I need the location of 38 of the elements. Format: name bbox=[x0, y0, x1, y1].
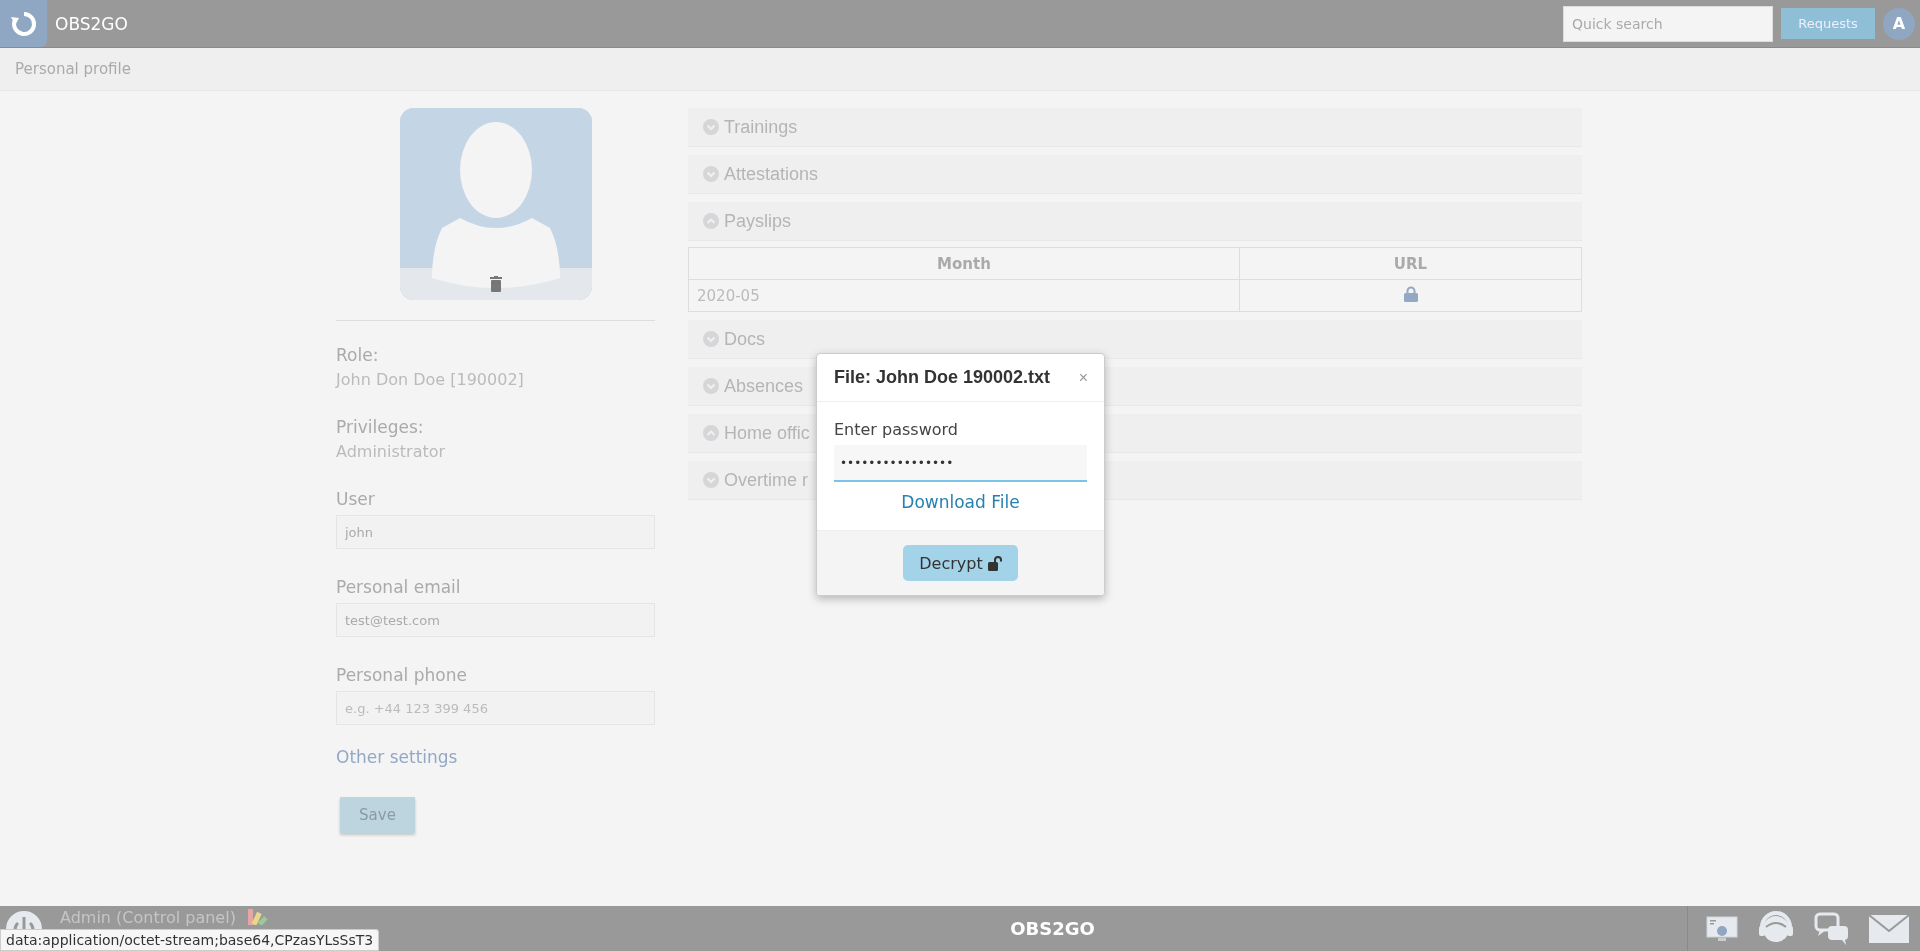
accordion-header[interactable]: Trainings bbox=[688, 108, 1582, 147]
table-cell: 2020-05 bbox=[688, 279, 1240, 312]
search-field[interactable]: Quick search bbox=[1563, 5, 1773, 42]
column-header: URL bbox=[1239, 247, 1582, 280]
role-value: John Don Doe [190002] bbox=[336, 370, 525, 389]
footer-app-name: OBS2GO bbox=[1010, 918, 1095, 939]
privileges-label: Privileges: bbox=[336, 417, 425, 437]
requests-button[interactable]: Requests bbox=[1781, 8, 1875, 39]
lock-icon[interactable] bbox=[1403, 285, 1418, 302]
password-field[interactable]: •••••••••••••••• bbox=[834, 445, 1087, 482]
mail-icon[interactable] bbox=[1868, 913, 1910, 944]
color-swatch-icon bbox=[245, 909, 268, 925]
refresh-logo-icon[interactable] bbox=[0, 0, 47, 47]
status-url-tooltip: data:application/octet-stream;base64,CPzasYLsSsT3 bbox=[0, 929, 380, 951]
accordion-header[interactable]: Docs bbox=[688, 320, 1582, 359]
breadcrumb: Personal profile bbox=[15, 60, 131, 78]
chat-icon[interactable] bbox=[1814, 911, 1850, 946]
field-label: Personal email bbox=[336, 577, 462, 597]
other-settings-link[interactable]: Other settings bbox=[336, 747, 655, 767]
field-label: Personal phone bbox=[336, 665, 468, 685]
password-label: Enter password bbox=[834, 420, 959, 439]
monitor-gear-icon[interactable] bbox=[1706, 914, 1738, 943]
unlock-icon bbox=[987, 555, 1002, 571]
user-avatar[interactable]: A bbox=[1883, 7, 1915, 40]
accordion-header[interactable]: Payslips bbox=[688, 202, 1582, 241]
field-label: User bbox=[336, 489, 376, 509]
column-header: Month bbox=[688, 247, 1240, 280]
input-field[interactable]: test@test.com bbox=[336, 603, 655, 637]
role-label: Role: bbox=[336, 345, 380, 365]
save-button[interactable]: Save bbox=[340, 797, 415, 833]
decrypt-button[interactable]: Decrypt bbox=[903, 545, 1018, 581]
accordion-header[interactable]: Attestations bbox=[688, 155, 1582, 194]
close-button[interactable]: × bbox=[1078, 368, 1088, 387]
input-field[interactable]: john bbox=[336, 515, 655, 549]
dialog-title: File: John Doe 190002.txt bbox=[834, 367, 1052, 388]
app-name: OBS2GO bbox=[55, 13, 128, 34]
trash-icon[interactable] bbox=[489, 276, 502, 292]
privileges-value: Administrator bbox=[336, 442, 447, 461]
